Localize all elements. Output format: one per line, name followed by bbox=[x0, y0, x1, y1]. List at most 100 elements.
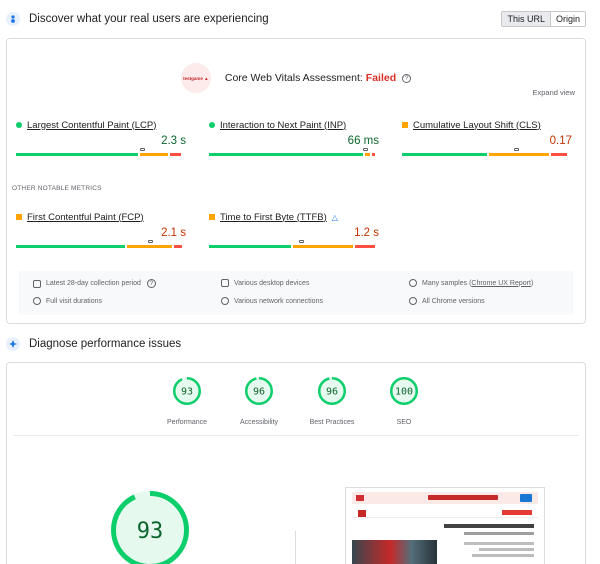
poor-segment bbox=[170, 153, 181, 156]
good-segment bbox=[402, 153, 487, 156]
score-accessibility[interactable]: 96 Accessibility bbox=[229, 377, 289, 426]
notable-metrics-heading: OTHER NOTABLE METRICS bbox=[12, 185, 102, 192]
metric-label[interactable]: Interaction to Next Paint (INP) bbox=[220, 120, 346, 131]
period-item: Latest 28-day collection period? bbox=[33, 279, 156, 288]
screenshot-headline bbox=[444, 524, 534, 528]
score-gauge-icon: 96 bbox=[245, 377, 273, 405]
scores-divider bbox=[13, 435, 579, 436]
diagnose-title: Diagnose performance issues bbox=[29, 338, 182, 350]
score-seo[interactable]: 100 SEO bbox=[374, 377, 434, 426]
distribution-bar bbox=[16, 240, 186, 248]
screenshot-header bbox=[352, 508, 538, 518]
score-gauge-icon: 100 bbox=[390, 377, 418, 405]
average-segment bbox=[293, 245, 353, 248]
distribution-bar bbox=[209, 148, 379, 156]
url-origin-toggle[interactable]: This URL Origin bbox=[501, 11, 586, 27]
period-help-icon[interactable]: ? bbox=[146, 279, 156, 288]
field-data-header: Discover what your real users are experi… bbox=[6, 6, 269, 32]
samples-icon bbox=[409, 279, 417, 287]
metric-ttfb: Time to First Byte (TTFB) △ 1.2 s bbox=[209, 211, 379, 248]
screenshot-image bbox=[352, 540, 437, 564]
chrome-icon bbox=[409, 297, 417, 305]
gauge-score: 93 bbox=[181, 387, 193, 398]
good-segment bbox=[209, 153, 363, 156]
score-gauge-icon: 96 bbox=[318, 377, 346, 405]
network-item: Various network connections bbox=[221, 297, 323, 305]
metric-fcp: First Contentful Paint (FCP) 2.1 s bbox=[16, 211, 186, 248]
metric-value: 2.3 s bbox=[161, 135, 186, 147]
metric-cls: Cumulative Layout Shift (CLS) 0.17 bbox=[402, 119, 572, 156]
poor-segment bbox=[372, 153, 375, 156]
metric-header: Time to First Byte (TTFB) △ bbox=[209, 211, 379, 223]
score-label: Accessibility bbox=[239, 419, 279, 426]
distribution-bar bbox=[209, 240, 379, 248]
calendar-icon bbox=[33, 279, 41, 288]
metric-label[interactable]: Largest Contentful Paint (LCP) bbox=[27, 120, 156, 131]
needs-improvement-icon bbox=[16, 214, 22, 220]
big-performance-gauge: 93 bbox=[111, 491, 189, 564]
gauge-score: 96 bbox=[326, 387, 338, 398]
score-performance[interactable]: 93 Performance bbox=[157, 377, 217, 426]
metric-header: Cumulative Layout Shift (CLS) bbox=[402, 119, 572, 131]
expand-view-link[interactable]: Expand view bbox=[532, 88, 575, 97]
poor-segment bbox=[174, 245, 182, 248]
devices-item: Various desktop devices bbox=[221, 279, 309, 287]
metric-value: 0.17 bbox=[549, 135, 572, 147]
distribution-bar bbox=[16, 148, 186, 156]
metric-label[interactable]: Cumulative Layout Shift (CLS) bbox=[413, 120, 541, 131]
metric-label[interactable]: First Contentful Paint (FCP) bbox=[27, 212, 144, 223]
average-segment bbox=[489, 153, 549, 156]
timer-icon bbox=[33, 297, 41, 305]
p75-marker bbox=[514, 148, 519, 151]
distribution-bar bbox=[402, 148, 572, 156]
metric-header: Largest Contentful Paint (LCP) bbox=[16, 119, 186, 131]
good-segment bbox=[16, 153, 138, 156]
help-icon[interactable]: ? bbox=[402, 73, 412, 83]
screenshot-banner bbox=[352, 492, 538, 504]
score-gauge-icon: 93 bbox=[173, 377, 201, 405]
metric-value: 66 ms bbox=[347, 135, 379, 147]
crux-link[interactable]: Chrome UX Report bbox=[471, 280, 531, 287]
assessment-label: Core Web Vitals Assessment: bbox=[224, 72, 363, 84]
site-logo: testgame ▲ bbox=[180, 63, 211, 93]
chrome-item: All Chrome versions bbox=[409, 297, 485, 305]
metric-value: 1.2 s bbox=[354, 227, 379, 239]
average-segment bbox=[127, 245, 172, 248]
this-url-tab[interactable]: This URL bbox=[502, 12, 551, 26]
needs-improvement-icon bbox=[402, 122, 408, 128]
good-status-icon bbox=[16, 122, 22, 128]
gauge-score: 100 bbox=[395, 387, 413, 398]
section-divider-vertical bbox=[295, 531, 296, 564]
score-label: Best Practices bbox=[309, 419, 355, 426]
score-label: SEO bbox=[396, 419, 412, 426]
cwv-assessment: testgame ▲ Core Web Vitals Assessment: F… bbox=[7, 63, 585, 93]
page-screenshot bbox=[345, 487, 545, 564]
average-segment bbox=[140, 153, 168, 156]
experimental-icon: △ bbox=[331, 212, 338, 222]
poor-segment bbox=[355, 245, 375, 248]
score-best-practices[interactable]: 96 Best Practices bbox=[302, 377, 362, 426]
metric-lcp: Largest Contentful Paint (LCP) 2.3 s bbox=[16, 119, 186, 156]
desktop-icon bbox=[221, 279, 229, 287]
p75-marker bbox=[140, 148, 145, 151]
p75-marker bbox=[148, 240, 153, 243]
samples-item: Many samples (Chrome UX Report) bbox=[409, 279, 533, 287]
average-segment bbox=[365, 153, 370, 156]
assessment-status: Failed bbox=[365, 72, 397, 84]
gauge-score: 96 bbox=[253, 387, 265, 398]
lab-data-card: 93 Performance 96 Accessibility 96 Best Pra… bbox=[6, 362, 586, 564]
metric-header: Interaction to Next Paint (INP) bbox=[209, 119, 379, 131]
good-segment bbox=[209, 245, 291, 248]
metric-header: First Contentful Paint (FCP) bbox=[16, 211, 186, 223]
origin-tab[interactable]: Origin bbox=[550, 12, 585, 26]
field-data-title: Discover what your real users are experi… bbox=[29, 13, 269, 25]
lab-icon bbox=[6, 337, 20, 351]
users-icon bbox=[6, 12, 20, 26]
collection-info: Latest 28-day collection period? Various… bbox=[19, 271, 573, 315]
field-data-card: testgame ▲ Core Web Vitals Assessment: F… bbox=[6, 38, 586, 324]
metric-label[interactable]: Time to First Byte (TTFB) bbox=[220, 212, 327, 223]
metric-value: 2.1 s bbox=[161, 227, 186, 239]
score-label: Performance bbox=[166, 419, 208, 426]
diagnose-header: Diagnose performance issues bbox=[6, 331, 181, 357]
p75-marker bbox=[363, 148, 368, 151]
